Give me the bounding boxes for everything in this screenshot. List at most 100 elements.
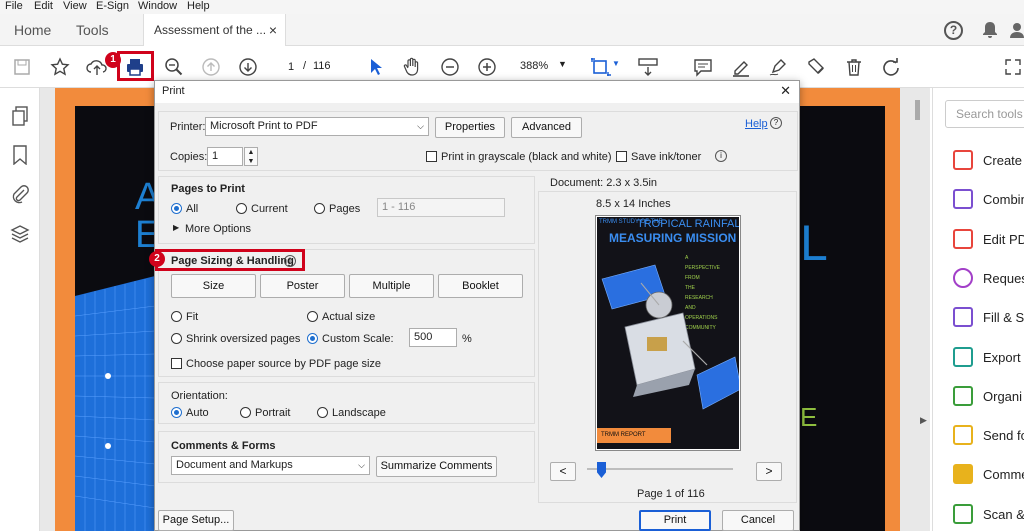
custom-scale-input[interactable]: 500 — [409, 328, 457, 347]
menu-view[interactable]: View — [63, 0, 87, 12]
portrait-radio[interactable] — [240, 407, 251, 418]
tool-create[interactable]: Create — [953, 149, 1022, 171]
menu-window[interactable]: Window — [138, 0, 177, 12]
help-question-icon[interactable]: ? — [770, 117, 782, 129]
search-tools-input[interactable]: Search tools — [945, 100, 1024, 128]
comment-icon[interactable] — [690, 54, 716, 80]
account-icon[interactable] — [1010, 22, 1024, 38]
tool-edit-pdf[interactable]: Edit PD — [953, 228, 1024, 250]
tool-fill-sign[interactable]: Fill & S — [953, 306, 1024, 328]
landscape-radio[interactable] — [317, 407, 328, 418]
actual-size-radio[interactable] — [307, 311, 318, 322]
menu-help[interactable]: Help — [187, 0, 210, 12]
fit-radio[interactable] — [171, 311, 182, 322]
poster-button[interactable]: Poster — [260, 274, 345, 298]
save-icon[interactable] — [9, 54, 35, 80]
zoom-dropdown-icon[interactable]: ▼ — [558, 59, 567, 69]
highlight-icon[interactable] — [728, 54, 754, 80]
preview-slider-track[interactable] — [587, 468, 733, 470]
tool-combine[interactable]: Combin — [953, 188, 1024, 210]
next-page-icon[interactable] — [235, 54, 261, 80]
summarize-comments-button[interactable]: Summarize Comments — [376, 456, 497, 477]
size-button[interactable]: Size — [171, 274, 256, 298]
edit-pdf-icon[interactable] — [803, 54, 829, 80]
multiple-button[interactable]: Multiple — [349, 274, 434, 298]
printer-select[interactable]: Microsoft Print to PDF ⌵ — [205, 117, 429, 136]
auto-radio[interactable] — [171, 407, 182, 418]
current-radio[interactable] — [236, 203, 247, 214]
tab-tools[interactable]: Tools — [76, 14, 109, 46]
zoom-level[interactable]: 388% — [520, 60, 548, 72]
bell-icon[interactable] — [982, 21, 998, 39]
dialog-close-icon[interactable]: ✕ — [780, 81, 791, 101]
booklet-button[interactable]: Booklet — [438, 274, 523, 298]
info-icon[interactable]: i — [715, 150, 727, 162]
paper-source-checkbox[interactable] — [171, 358, 182, 369]
sign-pen-icon[interactable] — [765, 54, 791, 80]
tab-home[interactable]: Home — [14, 14, 51, 46]
scroll-mode-icon[interactable] — [635, 54, 661, 80]
print-button[interactable]: Print — [639, 510, 711, 531]
preview-prev-button[interactable]: < — [550, 462, 576, 481]
tab-document[interactable]: Assessment of the ... × — [143, 14, 286, 47]
tool-organize[interactable]: Organi — [953, 385, 1022, 407]
tool-label: Scan & — [983, 506, 1024, 522]
scrollbar-thumb[interactable] — [915, 100, 920, 120]
pages-range-input[interactable]: 1 - 116 — [377, 198, 505, 217]
comments-forms-heading: Comments & Forms — [171, 440, 276, 452]
custom-scale-radio[interactable] — [307, 333, 318, 344]
shrink-radio[interactable] — [171, 333, 182, 344]
all-radio[interactable] — [171, 203, 182, 214]
copies-input[interactable]: 1 — [207, 147, 243, 166]
tool-request[interactable]: Reques — [953, 267, 1024, 289]
expand-triangle-icon[interactable]: ▶ — [173, 223, 179, 232]
tool-export[interactable]: Export — [953, 346, 1021, 368]
layers-icon[interactable] — [10, 224, 30, 244]
star-icon[interactable] — [47, 54, 73, 80]
fit-dropdown-icon[interactable]: ▼ — [612, 59, 620, 68]
tool-label: Export — [983, 349, 1021, 365]
page-sizing-heading: Page Sizing & Handling — [171, 255, 294, 267]
cancel-button[interactable]: Cancel — [722, 510, 794, 531]
pages-radio[interactable] — [314, 203, 325, 214]
help-link[interactable]: Help — [745, 118, 768, 130]
sizing-info-icon[interactable]: i — [284, 255, 296, 267]
menu-file[interactable]: File — [5, 0, 23, 12]
menu-esign[interactable]: E-Sign — [96, 0, 129, 12]
tools-panel: Search tools Create Combin Edit PD Reque… — [932, 88, 1024, 531]
tool-scan[interactable]: Scan & — [953, 503, 1024, 525]
more-options-label[interactable]: More Options — [185, 223, 251, 235]
close-icon[interactable]: × — [269, 14, 277, 46]
search-zoom-icon[interactable] — [161, 54, 187, 80]
bookmark-icon[interactable] — [12, 145, 28, 165]
help-icon[interactable]: ? — [944, 21, 963, 40]
zoom-out-icon[interactable] — [437, 54, 463, 80]
menu-edit[interactable]: Edit — [34, 0, 53, 12]
expand-icon[interactable] — [1000, 54, 1024, 80]
prev-page-icon[interactable] — [198, 54, 224, 80]
tool-comment[interactable]: Comme — [953, 463, 1024, 485]
tool-label: Edit PD — [983, 231, 1024, 247]
select-arrow-icon[interactable] — [363, 54, 389, 80]
tool-label: Comme — [983, 466, 1024, 482]
save-ink-checkbox[interactable] — [616, 151, 627, 162]
comments-select[interactable]: Document and Markups ⌵ — [171, 456, 370, 475]
attachment-icon[interactable] — [11, 184, 29, 204]
collapse-right-icon[interactable]: ▶ — [920, 415, 927, 426]
page-number-input[interactable]: 1 — [280, 58, 302, 76]
advanced-button[interactable]: Advanced — [511, 117, 582, 138]
zoom-in-icon[interactable] — [474, 54, 500, 80]
delete-icon[interactable] — [841, 54, 867, 80]
pages-thumbnail-icon[interactable] — [11, 106, 29, 126]
rotate-icon[interactable] — [878, 54, 904, 80]
tool-send[interactable]: Send fo — [953, 424, 1024, 446]
hand-icon[interactable] — [399, 54, 425, 80]
preview-next-button[interactable]: > — [756, 462, 782, 481]
grayscale-checkbox[interactable] — [426, 151, 437, 162]
print-icon[interactable] — [122, 54, 148, 80]
chevron-down-icon: ⌵ — [417, 121, 424, 131]
page-setup-button[interactable]: Page Setup... — [158, 510, 234, 531]
properties-button[interactable]: Properties — [435, 117, 505, 138]
copies-spinner[interactable]: ▲ ▼ — [244, 147, 258, 166]
printer-label: Printer: — [170, 121, 206, 133]
